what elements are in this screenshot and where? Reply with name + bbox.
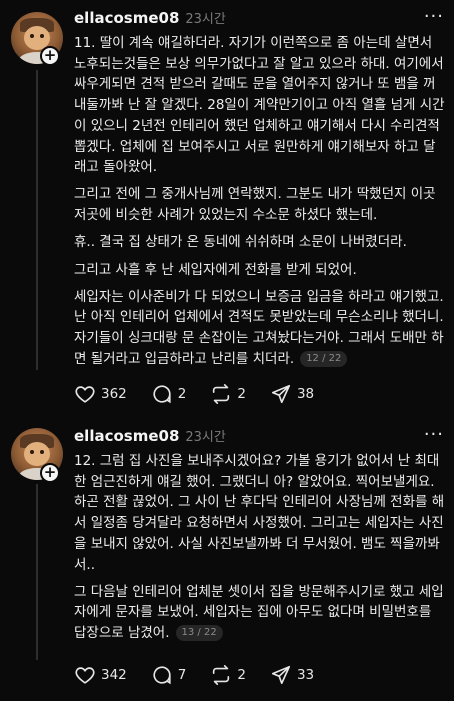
share-icon (271, 384, 291, 404)
post-paragraph: 그 다음날 인테리어 업체분 셋이서 집을 방문해주시기로 했고 세입자에게 문… (74, 582, 446, 644)
repost-icon (213, 384, 230, 404)
like-count: 362 (101, 386, 127, 402)
timestamp: 23시간 (185, 430, 226, 445)
post-paragraph: 세입자는 이사준비가 다 되었으니 보증금 입금을 하라고 얘기했고. 난 아직… (74, 287, 446, 370)
comment-icon (153, 666, 171, 685)
username[interactable]: ellacosme08 (74, 9, 179, 27)
more-options-icon[interactable]: ··· (424, 6, 444, 27)
post-body: 12. 그럼 집 사진을 보내주시겠어요? 가볼 용기가 없어서 난 최대한 엄… (74, 451, 446, 650)
comment-count: 7 (177, 667, 187, 683)
post-paragraph: 그리고 사흘 후 난 세입자에게 전화를 받게 되었어. (74, 261, 357, 278)
post-paragraph: 11. 딸이 계속 얘길하더라. 자기가 이런쪽으로 좀 아는데 살면서 노후되… (74, 35, 445, 176)
thread-line (36, 484, 38, 660)
comment-button[interactable]: 2 (151, 383, 187, 405)
repost-count: 2 (237, 667, 246, 683)
heart-icon (75, 667, 95, 684)
share-count: 33 (296, 667, 315, 683)
follow-plus-icon[interactable]: + (40, 463, 60, 483)
page-counter-badge: 13 / 22 (175, 625, 223, 642)
share-button[interactable]: 33 (270, 664, 314, 686)
thread-post-12: + ellacosme08 23시간 ··· 12. 그럼 집 사진을 보내주시… (0, 420, 454, 701)
repost-button[interactable]: 2 (210, 664, 246, 686)
post-paragraph: 그리고 전에 그 중개사님께 연락했지. 그분도 내가 딱했던지 이곳저곳에 비… (74, 186, 436, 224)
like-button[interactable]: 362 (74, 383, 127, 405)
thread-post-11: + ellacosme08 23시간 ··· 11. 딸이 계속 얘길하더라. … (0, 0, 454, 420)
username[interactable]: ellacosme08 (74, 427, 179, 445)
post-paragraph-text: 그 다음날 인테리어 업체분 셋이서 집을 방문해주시기로 했고 세입자에게 문… (74, 583, 444, 642)
repost-icon (213, 665, 230, 685)
repost-button[interactable]: 2 (210, 383, 246, 405)
more-options-icon[interactable]: ··· (424, 424, 444, 445)
post-paragraph-text: 세입자는 이사준비가 다 되었으니 보증금 입금을 하라고 얘기했고. 난 아직… (74, 288, 444, 367)
repost-count: 2 (237, 386, 246, 402)
post-paragraph: 12. 그럼 집 사진을 보내주시겠어요? 가볼 용기가 없어서 난 최대한 엄… (74, 453, 445, 573)
post-body: 11. 딸이 계속 얘길하더라. 자기가 이런쪽으로 좀 아는데 살면서 노후되… (74, 33, 446, 376)
comment-button[interactable]: 7 (151, 664, 187, 686)
share-icon (271, 665, 291, 685)
post-header: ellacosme08 23시간 (74, 8, 226, 27)
comment-count: 2 (177, 386, 187, 402)
heart-icon (75, 386, 95, 403)
timestamp: 23시간 (185, 12, 226, 27)
post-header: ellacosme08 23시간 (74, 426, 226, 445)
comment-icon (153, 385, 171, 404)
action-bar: 342 7 2 33 (74, 664, 338, 686)
like-button[interactable]: 342 (74, 664, 127, 686)
like-count: 342 (101, 667, 127, 683)
page-counter-badge: 12 / 22 (300, 350, 348, 367)
action-bar: 362 2 2 38 (74, 383, 338, 405)
post-paragraph: 휴.. 결국 집 상태가 온 동네에 쉬쉬하며 소문이 나버렸더라. (74, 234, 407, 251)
share-count: 38 (296, 386, 315, 402)
follow-plus-icon[interactable]: + (40, 46, 60, 66)
share-button[interactable]: 38 (270, 383, 314, 405)
thread-line (36, 70, 38, 370)
